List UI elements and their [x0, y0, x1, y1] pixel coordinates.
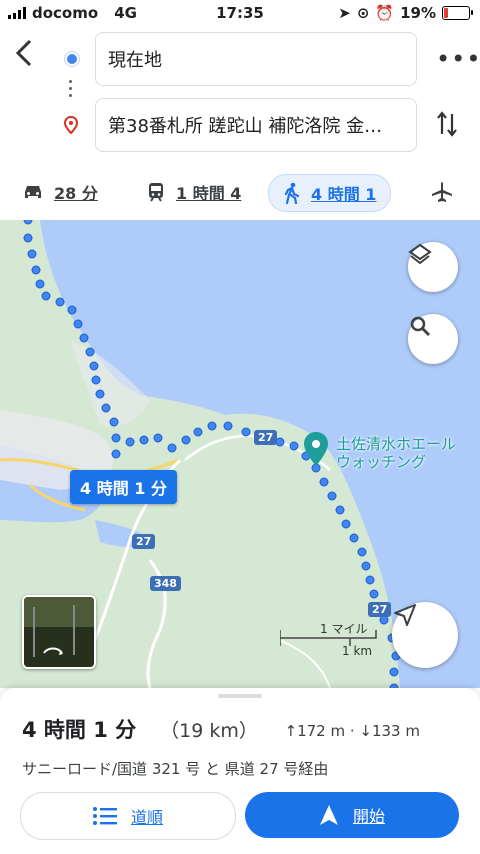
- descent-value: ↓133 m: [359, 722, 420, 740]
- alarm-icon: ⏰: [375, 4, 395, 22]
- route-distance: （19 km）: [160, 720, 258, 742]
- scale-km: 1 km: [342, 644, 373, 658]
- swap-icon: [437, 111, 457, 137]
- start-button[interactable]: 開始: [245, 792, 459, 838]
- route-duration-label[interactable]: 4 時間 1 分: [70, 470, 177, 504]
- route-via: サニーロード/国道 321 号 と 県道 27 号経由: [22, 760, 329, 778]
- tab-car[interactable]: 28 分: [22, 174, 98, 210]
- route-duration: 4 時間 1 分: [22, 718, 137, 742]
- tab-walk[interactable]: 4 時間 1: [268, 174, 392, 212]
- street-view-thumbnail[interactable]: [22, 595, 96, 669]
- my-location-button[interactable]: [392, 602, 458, 668]
- tab-transit[interactable]: 1 時間 4: [146, 174, 241, 210]
- street-view-icon: [24, 597, 94, 667]
- navigation-arrow-icon: [319, 805, 338, 825]
- walking-icon: [284, 182, 300, 204]
- location-arrow-icon: ➤: [338, 4, 351, 22]
- elevation-info: ↑172 m · ↓133 m: [284, 722, 421, 740]
- origin-dot-icon: [65, 52, 79, 66]
- tab-car-label: 28 分: [54, 184, 98, 203]
- poi-label-line2: ウォッチング: [336, 453, 427, 471]
- origin-input[interactable]: 現在地: [95, 32, 417, 86]
- rotation-lock-icon: ⊙: [356, 4, 370, 22]
- tab-transit-label: 1 時間 4: [176, 184, 242, 203]
- swap-directions-button[interactable]: [436, 110, 458, 144]
- tab-walk-label: 4 時間 1: [311, 185, 377, 204]
- map-view[interactable]: 27 27 348 27 4 時間 1 分 土佐清水ホエール ウォッチング 1 …: [0, 220, 480, 688]
- start-label: 開始: [352, 807, 385, 826]
- navigation-arrow-icon: [394, 604, 416, 626]
- road-badge-348: 348: [150, 576, 181, 591]
- battery-icon: [442, 6, 473, 20]
- back-button[interactable]: [14, 38, 44, 74]
- map-search-button[interactable]: [408, 314, 458, 364]
- road-badge-27: 27: [368, 602, 392, 617]
- more-options-icon[interactable]: •••: [436, 45, 480, 73]
- travel-mode-tabs: 28 分 1 時間 4 4 時間 1: [0, 170, 480, 214]
- poi-label[interactable]: 土佐清水ホエール ウォッチング: [336, 435, 456, 471]
- destination-input[interactable]: 第38番札所 蹉跎山 補陀洛院 金…: [95, 98, 417, 152]
- route-dots-icon: [69, 80, 73, 101]
- battery-percent: 19%: [400, 4, 436, 22]
- map-scale: 1 マイル 1 km: [280, 620, 380, 660]
- train-icon: [149, 183, 163, 202]
- layers-icon: [408, 243, 432, 265]
- steps-label: 道順: [130, 808, 163, 827]
- route-summary: 4 時間 1 分 （19 km）: [22, 714, 258, 744]
- road-badge-27: 27: [254, 430, 278, 445]
- sheet-handle[interactable]: [218, 694, 262, 698]
- search-icon: [410, 316, 430, 336]
- poi-label-line1: 土佐清水ホエール: [336, 435, 457, 453]
- airplane-icon: [432, 182, 452, 202]
- destination-pin-icon: [63, 115, 79, 135]
- road-badge-27: 27: [132, 534, 156, 549]
- car-icon: [25, 186, 41, 198]
- status-right: ➤ ⊙ ⏰ 19%: [338, 4, 473, 22]
- back-arrow-icon: [15, 39, 32, 67]
- status-bar: docomo 4G 17:35 ➤ ⊙ ⏰ 19%: [0, 0, 480, 26]
- tab-flight[interactable]: [430, 174, 454, 210]
- layers-button[interactable]: [408, 242, 458, 292]
- route-summary-sheet: 4 時間 1 分 （19 km） ↑172 m · ↓133 m サニーロード/…: [0, 688, 480, 854]
- ascent-value: ↑172 m: [284, 722, 346, 740]
- list-icon: [92, 807, 117, 825]
- steps-button[interactable]: 道順: [20, 792, 236, 840]
